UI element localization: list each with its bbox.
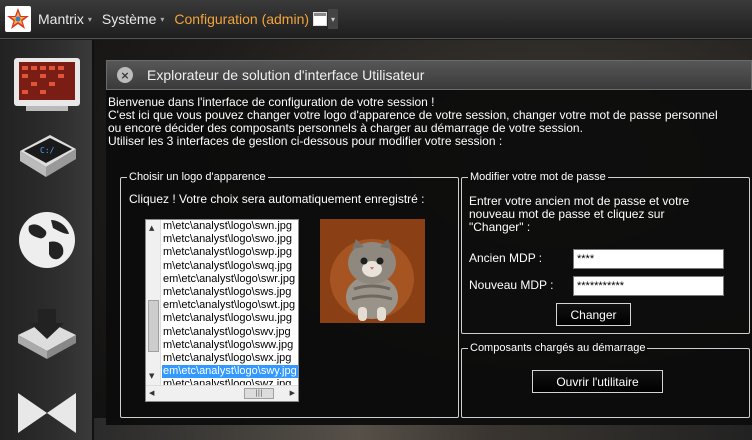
chevron-down-icon: ▾ (160, 14, 165, 24)
menu-mantrix-label: Mantrix (38, 11, 84, 27)
bowtie-icon[interactable] (12, 380, 82, 440)
old-password-field[interactable]: **** (573, 249, 724, 269)
menu-configuration[interactable]: Configuration (admin) ▾ (174, 9, 339, 29)
list-item[interactable]: m\etc\analyst\logo\swu.jpg (162, 312, 298, 325)
menu-systeme-label: Système (101, 11, 157, 27)
password-group: Modifier votre mot de passe Entrer votre… (461, 171, 750, 334)
logo-file-list[interactable]: ▲ ▼ m\etc\analyst\logo\swn.jpg m\etc\anal… (145, 219, 299, 402)
solution-explorer-panel: × Explorateur de solution d'interface Ut… (106, 60, 752, 425)
intro-text: Bienvenue dans l'interface de configurat… (108, 96, 748, 148)
scroll-left-icon[interactable]: ◀ (149, 389, 154, 397)
list-item[interactable]: m\etc\analyst\logo\swv.jpg (162, 326, 298, 339)
change-password-button[interactable]: Changer (556, 303, 631, 326)
kitten-photo (320, 219, 425, 323)
menu-systeme[interactable]: Système ▾ (102, 11, 164, 27)
chevron-down-icon[interactable]: ▾ (328, 9, 339, 29)
list-item[interactable]: m\etc\analyst\logo\swq.jpg (162, 260, 298, 273)
download-icon[interactable] (12, 302, 82, 366)
logo-hint: Cliquez ! Votre choix sera automatiqueme… (129, 192, 425, 206)
instruction-line: "Changer" : (469, 220, 531, 234)
list-item[interactable]: m\etc\analyst\logo\sww.jpg (162, 339, 298, 352)
chevron-down-icon: ▾ (87, 14, 92, 24)
list-item[interactable]: em\etc\analyst\logo\swr.jpg (162, 273, 298, 286)
logo-preview-image (320, 219, 425, 323)
logo-group: Choisir un logo d'apparence Cliquez ! Vo… (120, 171, 459, 418)
password-instructions: Entrer votre ancien mot de passe et votr… (469, 195, 689, 234)
list-item[interactable]: m\etc\analyst\logo\swo.jpg (162, 233, 298, 246)
scroll-down-icon[interactable]: ▼ (149, 372, 154, 380)
scroll-thumb[interactable]: ||| (244, 388, 274, 399)
horizontal-scrollbar[interactable]: ◀ ||| ▶ (146, 385, 298, 401)
menu-mantrix[interactable]: Mantrix ▾ (38, 11, 92, 27)
intro-line: Utiliser les 3 interfaces de gestion ci-… (108, 134, 503, 148)
new-password-label: Nouveau MDP : (469, 278, 554, 292)
list-item[interactable]: m\etc\analyst\logo\swp.jpg (162, 246, 298, 259)
components-group-label: Composants chargés au démarrage (468, 342, 648, 354)
startup-components-group: Composants chargés au démarrage Ouvrir l… (461, 342, 750, 418)
file-list-items: m\etc\analyst\logo\swn.jpg m\etc\analyst\… (162, 220, 298, 391)
window-icon[interactable] (313, 12, 328, 26)
mantrix-star-icon[interactable] (4, 5, 32, 33)
scroll-thumb[interactable] (148, 300, 159, 352)
list-item[interactable]: m\etc\analyst\logo\swn.jpg (162, 220, 298, 233)
open-utility-button[interactable]: Ouvrir l'utilitaire (532, 370, 663, 393)
list-item[interactable]: m\etc\analyst\logo\sws.jpg (162, 286, 298, 299)
dashboard-screen-icon[interactable] (12, 52, 82, 116)
logo-group-label: Choisir un logo d'apparence (127, 171, 268, 183)
close-icon[interactable]: × (117, 67, 133, 83)
list-item[interactable]: em\etc\analyst\logo\swt.jpg (162, 299, 298, 312)
vertical-scrollbar[interactable]: ▲ ▼ (146, 220, 161, 386)
menu-configuration-label: Configuration (admin) (174, 11, 310, 27)
password-group-label: Modifier votre mot de passe (468, 171, 608, 183)
list-item[interactable]: em\etc\analyst\logo\swy.jpg (162, 365, 298, 379)
sidebar: C:/ (0, 40, 94, 440)
list-item[interactable]: m\etc\analyst\logo\swx.jpg (162, 352, 298, 365)
scroll-right-icon[interactable]: ▶ (290, 389, 295, 397)
terminal-icon[interactable]: C:/ (12, 126, 82, 190)
globe-icon[interactable] (12, 208, 82, 272)
panel-header: × Explorateur de solution d'interface Ut… (106, 60, 752, 90)
scroll-up-icon[interactable]: ▲ (149, 224, 154, 232)
new-password-field[interactable]: *********** (573, 276, 724, 296)
panel-title: Explorateur de solution d'interface Util… (147, 67, 425, 83)
svg-text:C:/: C:/ (40, 146, 55, 155)
top-menubar: Mantrix ▾ Système ▾ Configuration (admin… (0, 0, 752, 39)
old-password-label: Ancien MDP : (469, 251, 543, 265)
